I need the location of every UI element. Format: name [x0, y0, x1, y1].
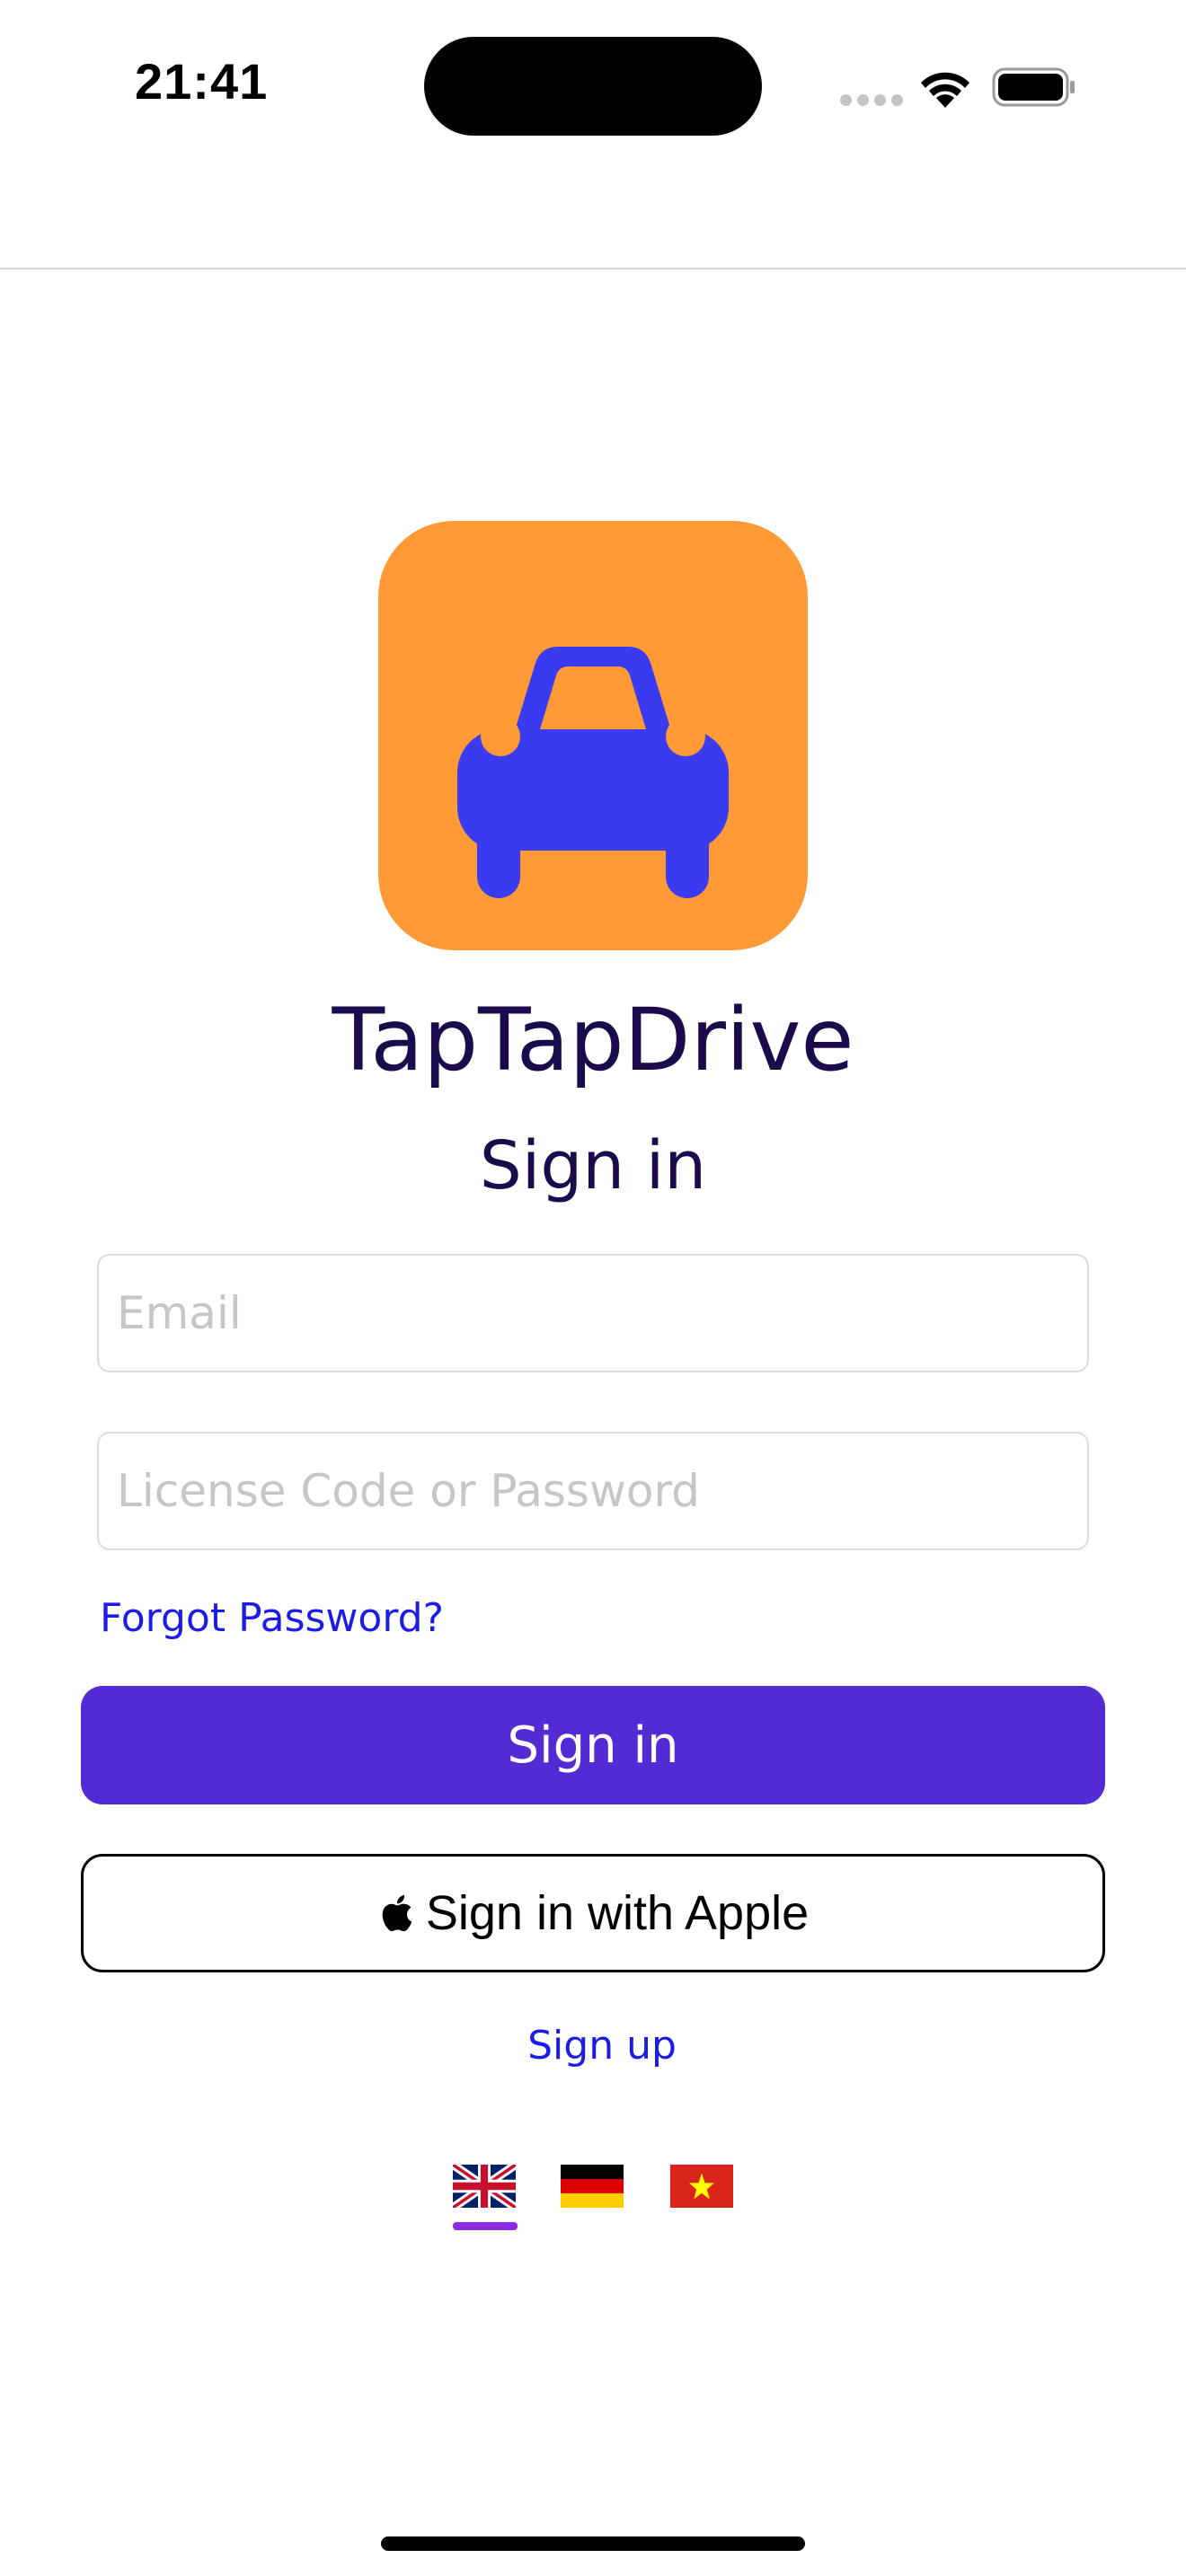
sign-up-row: Sign up: [0, 2019, 1186, 2073]
selected-language-indicator: [453, 2222, 518, 2230]
wifi-icon: [921, 72, 969, 108]
page-title: Sign in: [479, 1127, 707, 1204]
uk-flag-icon[interactable]: [453, 2165, 516, 2208]
home-indicator: [381, 2536, 805, 2551]
vietnam-flag-icon[interactable]: [670, 2165, 733, 2208]
sign-up-link[interactable]: Sign up: [527, 2023, 677, 2069]
login-screen: 21:41 TapTapDrive Sign in Forgot: [0, 0, 1186, 2576]
germany-flag-icon[interactable]: [561, 2165, 624, 2208]
nav-bar-divider: [0, 268, 1186, 269]
forgot-password-link[interactable]: Forgot Password?: [100, 1592, 444, 1645]
app-name: TapTapDrive: [332, 990, 854, 1090]
status-time: 21:41: [135, 53, 269, 110]
battery-icon: [992, 67, 1075, 107]
status-bar: 21:41: [0, 0, 1186, 171]
apple-icon: [382, 1895, 412, 1932]
email-field[interactable]: [97, 1254, 1089, 1372]
apple-button-label: Sign in with Apple: [425, 1886, 810, 1940]
sign-in-with-apple-button[interactable]: Sign in with Apple: [81, 1854, 1105, 1972]
password-field[interactable]: [97, 1432, 1089, 1550]
sign-in-button[interactable]: Sign in: [81, 1686, 1105, 1804]
cellular-signal-icon: [840, 94, 903, 107]
dynamic-island: [424, 37, 762, 136]
car-icon: [457, 647, 729, 898]
app-logo: [378, 521, 808, 950]
